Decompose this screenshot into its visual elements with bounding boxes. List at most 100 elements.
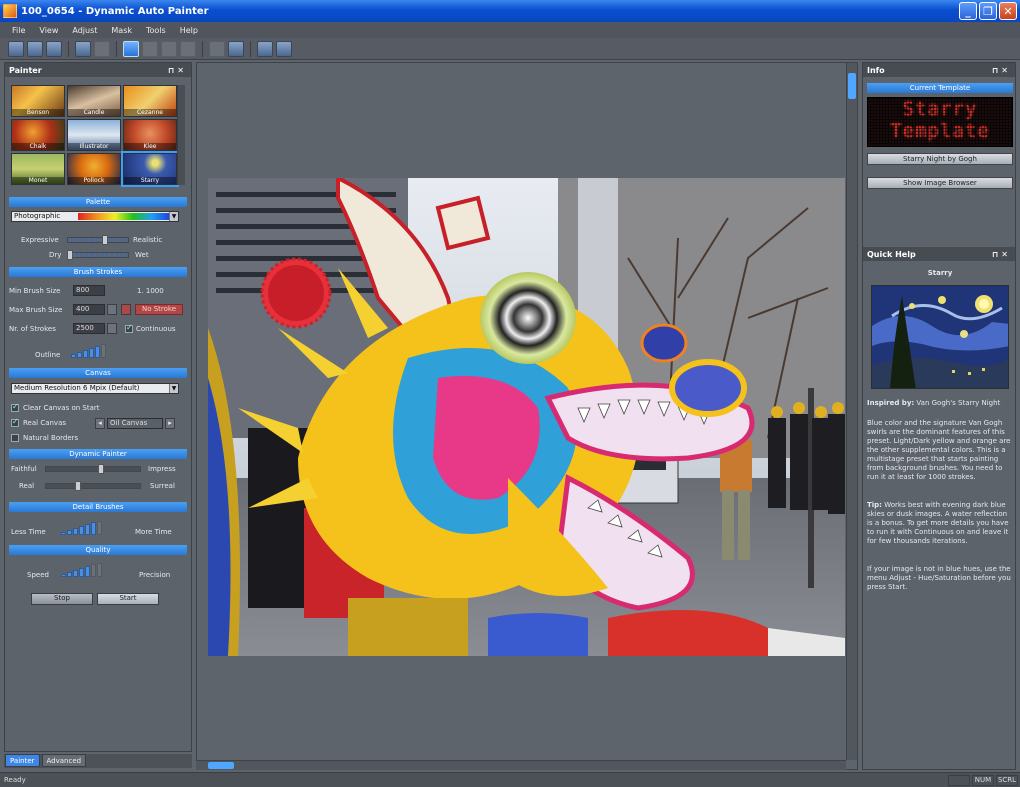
- menu-tools[interactable]: Tools: [146, 26, 166, 35]
- new-file-icon[interactable]: [8, 40, 24, 57]
- quality-level[interactable]: [61, 563, 102, 577]
- real-surreal-slider[interactable]: [45, 483, 141, 489]
- expressive-slider-knob[interactable]: [102, 235, 108, 245]
- menu-view[interactable]: View: [39, 26, 58, 35]
- quality-section-header[interactable]: Quality: [9, 545, 187, 555]
- palette-section-header[interactable]: Palette: [9, 197, 187, 207]
- max-brush-size-spinner[interactable]: [107, 304, 117, 315]
- web-icon[interactable]: [75, 40, 91, 57]
- template-thumbnail-selected[interactable]: Starry: [121, 151, 179, 187]
- stop-button[interactable]: Stop: [31, 593, 93, 605]
- menu-adjust[interactable]: Adjust: [72, 26, 97, 35]
- template-thumbnail[interactable]: Monet: [11, 153, 65, 185]
- stop-icon[interactable]: [209, 40, 225, 57]
- strokes-spinner[interactable]: [107, 323, 117, 334]
- menu-file[interactable]: File: [12, 26, 25, 35]
- menu-mask[interactable]: Mask: [111, 26, 132, 35]
- canvas-type-prev[interactable]: ◂: [95, 418, 105, 429]
- painter-mode-icon[interactable]: [123, 40, 139, 57]
- copy-icon[interactable]: [94, 40, 110, 57]
- dynamic-painter-section-header[interactable]: Dynamic Painter: [9, 449, 187, 459]
- detail-brushes-section-header[interactable]: Detail Brushes: [9, 502, 187, 512]
- canvas-section-header[interactable]: Canvas: [9, 368, 187, 378]
- starry-night-image: [872, 286, 1008, 388]
- detail-level[interactable]: [61, 521, 102, 535]
- resolution-select[interactable]: Medium Resolution 6 Mpix (Default) ▼: [11, 383, 179, 394]
- no-stroke-button[interactable]: No Stroke: [135, 304, 183, 315]
- tab-advanced[interactable]: Advanced: [41, 754, 87, 767]
- real-slider-knob[interactable]: [75, 481, 81, 491]
- canvas-vertical-scrollbar[interactable]: [846, 63, 857, 760]
- realistic-label: Realistic: [133, 236, 163, 244]
- tab-painter[interactable]: Painter: [5, 754, 40, 767]
- help-icon[interactable]: [257, 40, 273, 57]
- dry-slider-knob[interactable]: [67, 250, 73, 260]
- show-image-browser-button[interactable]: Show Image Browser: [867, 177, 1013, 189]
- maximize-button[interactable]: ❐: [979, 2, 997, 20]
- dragon-photo-image: [208, 178, 845, 656]
- palette-select[interactable]: Photographic ▼: [11, 211, 179, 222]
- fit-icon[interactable]: [180, 40, 196, 57]
- real-canvas-checkbox[interactable]: [11, 417, 19, 427]
- save-icon[interactable]: [46, 40, 62, 57]
- app-window: 100_0654 - Dynamic Auto Painter _ ❐ ✕ Fi…: [0, 0, 1020, 787]
- close-button[interactable]: ✕: [999, 2, 1017, 20]
- natural-borders-label: Natural Borders: [23, 434, 79, 442]
- zoom-out-icon[interactable]: [161, 40, 177, 57]
- minimize-button[interactable]: _: [959, 2, 977, 20]
- panel-pin-close-icon[interactable]: ⊓✕: [168, 66, 187, 75]
- status-text: Ready: [4, 776, 26, 784]
- vertical-scroll-thumb[interactable]: [848, 73, 856, 99]
- info-icon[interactable]: [276, 40, 292, 57]
- chevron-left-icon: ◂: [98, 419, 102, 427]
- template-thumbnail[interactable]: Illustrator: [67, 119, 121, 151]
- start-button[interactable]: Start: [97, 593, 159, 605]
- max-brush-size-field[interactable]: 400: [73, 304, 105, 315]
- faithful-slider-knob[interactable]: [98, 464, 104, 474]
- canvas-horizontal-scrollbar[interactable]: [196, 760, 846, 770]
- horizontal-scroll-thumb[interactable]: [208, 762, 234, 769]
- template-thumbnail[interactable]: Candle: [67, 85, 121, 117]
- continuous-checkbox[interactable]: [125, 323, 133, 333]
- play-icon[interactable]: [228, 40, 244, 57]
- template-scrollbar[interactable]: [177, 85, 185, 185]
- faithful-impress-slider[interactable]: [45, 466, 141, 472]
- dry-wet-slider[interactable]: [67, 252, 129, 258]
- brush-strokes-section-header[interactable]: Brush Strokes: [9, 267, 187, 277]
- template-name-button[interactable]: Starry Night by Gogh: [867, 153, 1013, 165]
- painter-panel-title: Painter: [9, 65, 42, 75]
- panel-pin-close-icon[interactable]: ⊓✕: [992, 66, 1011, 75]
- restore-icon: ❐: [983, 4, 993, 18]
- strokes-field[interactable]: 2500: [73, 323, 105, 334]
- clear-canvas-checkbox[interactable]: [11, 402, 19, 412]
- source-photo[interactable]: [208, 178, 845, 656]
- info-panel-title: Info: [867, 65, 885, 75]
- template-led-display: Starry Template: [867, 97, 1013, 147]
- template-thumbnail[interactable]: Chalk: [11, 119, 65, 151]
- panel-pin-close-icon[interactable]: ⊓✕: [992, 250, 1011, 259]
- status-bar: Ready NUM SCRL: [0, 772, 1020, 787]
- natural-borders-checkbox[interactable]: [11, 434, 19, 442]
- inspired-by-line: Inspired by: Van Gogh's Starry Night: [867, 399, 1013, 408]
- toolbar-separator: [202, 40, 203, 57]
- scroll-lock-indicator: SCRL: [996, 775, 1018, 786]
- wet-label: Wet: [135, 251, 149, 259]
- template-thumbnail[interactable]: Cezanne: [123, 85, 177, 117]
- canvas-type-field[interactable]: Oil Canvas: [107, 418, 163, 429]
- num-lock-indicator: NUM: [972, 775, 994, 786]
- zoom-in-icon[interactable]: [142, 40, 158, 57]
- template-thumbnail[interactable]: Klee: [123, 119, 177, 151]
- menu-help[interactable]: Help: [180, 26, 198, 35]
- min-brush-size-field[interactable]: 800: [73, 285, 105, 296]
- template-thumbnail[interactable]: Benson: [11, 85, 65, 117]
- template-thumbnail[interactable]: Pollock: [67, 153, 121, 185]
- expressive-realistic-slider[interactable]: [67, 237, 129, 243]
- menu-bar: File View Adjust Mask Tools Help: [0, 22, 1020, 38]
- no-stroke-toggle[interactable]: [121, 304, 131, 315]
- current-template-header: Current Template: [867, 83, 1013, 93]
- canvas-type-next[interactable]: ▸: [165, 418, 175, 429]
- speed-label: Speed: [27, 571, 49, 579]
- resolution-value: Medium Resolution 6 Mpix (Default): [14, 384, 140, 392]
- outline-level[interactable]: [71, 344, 106, 358]
- open-file-icon[interactable]: [27, 40, 43, 57]
